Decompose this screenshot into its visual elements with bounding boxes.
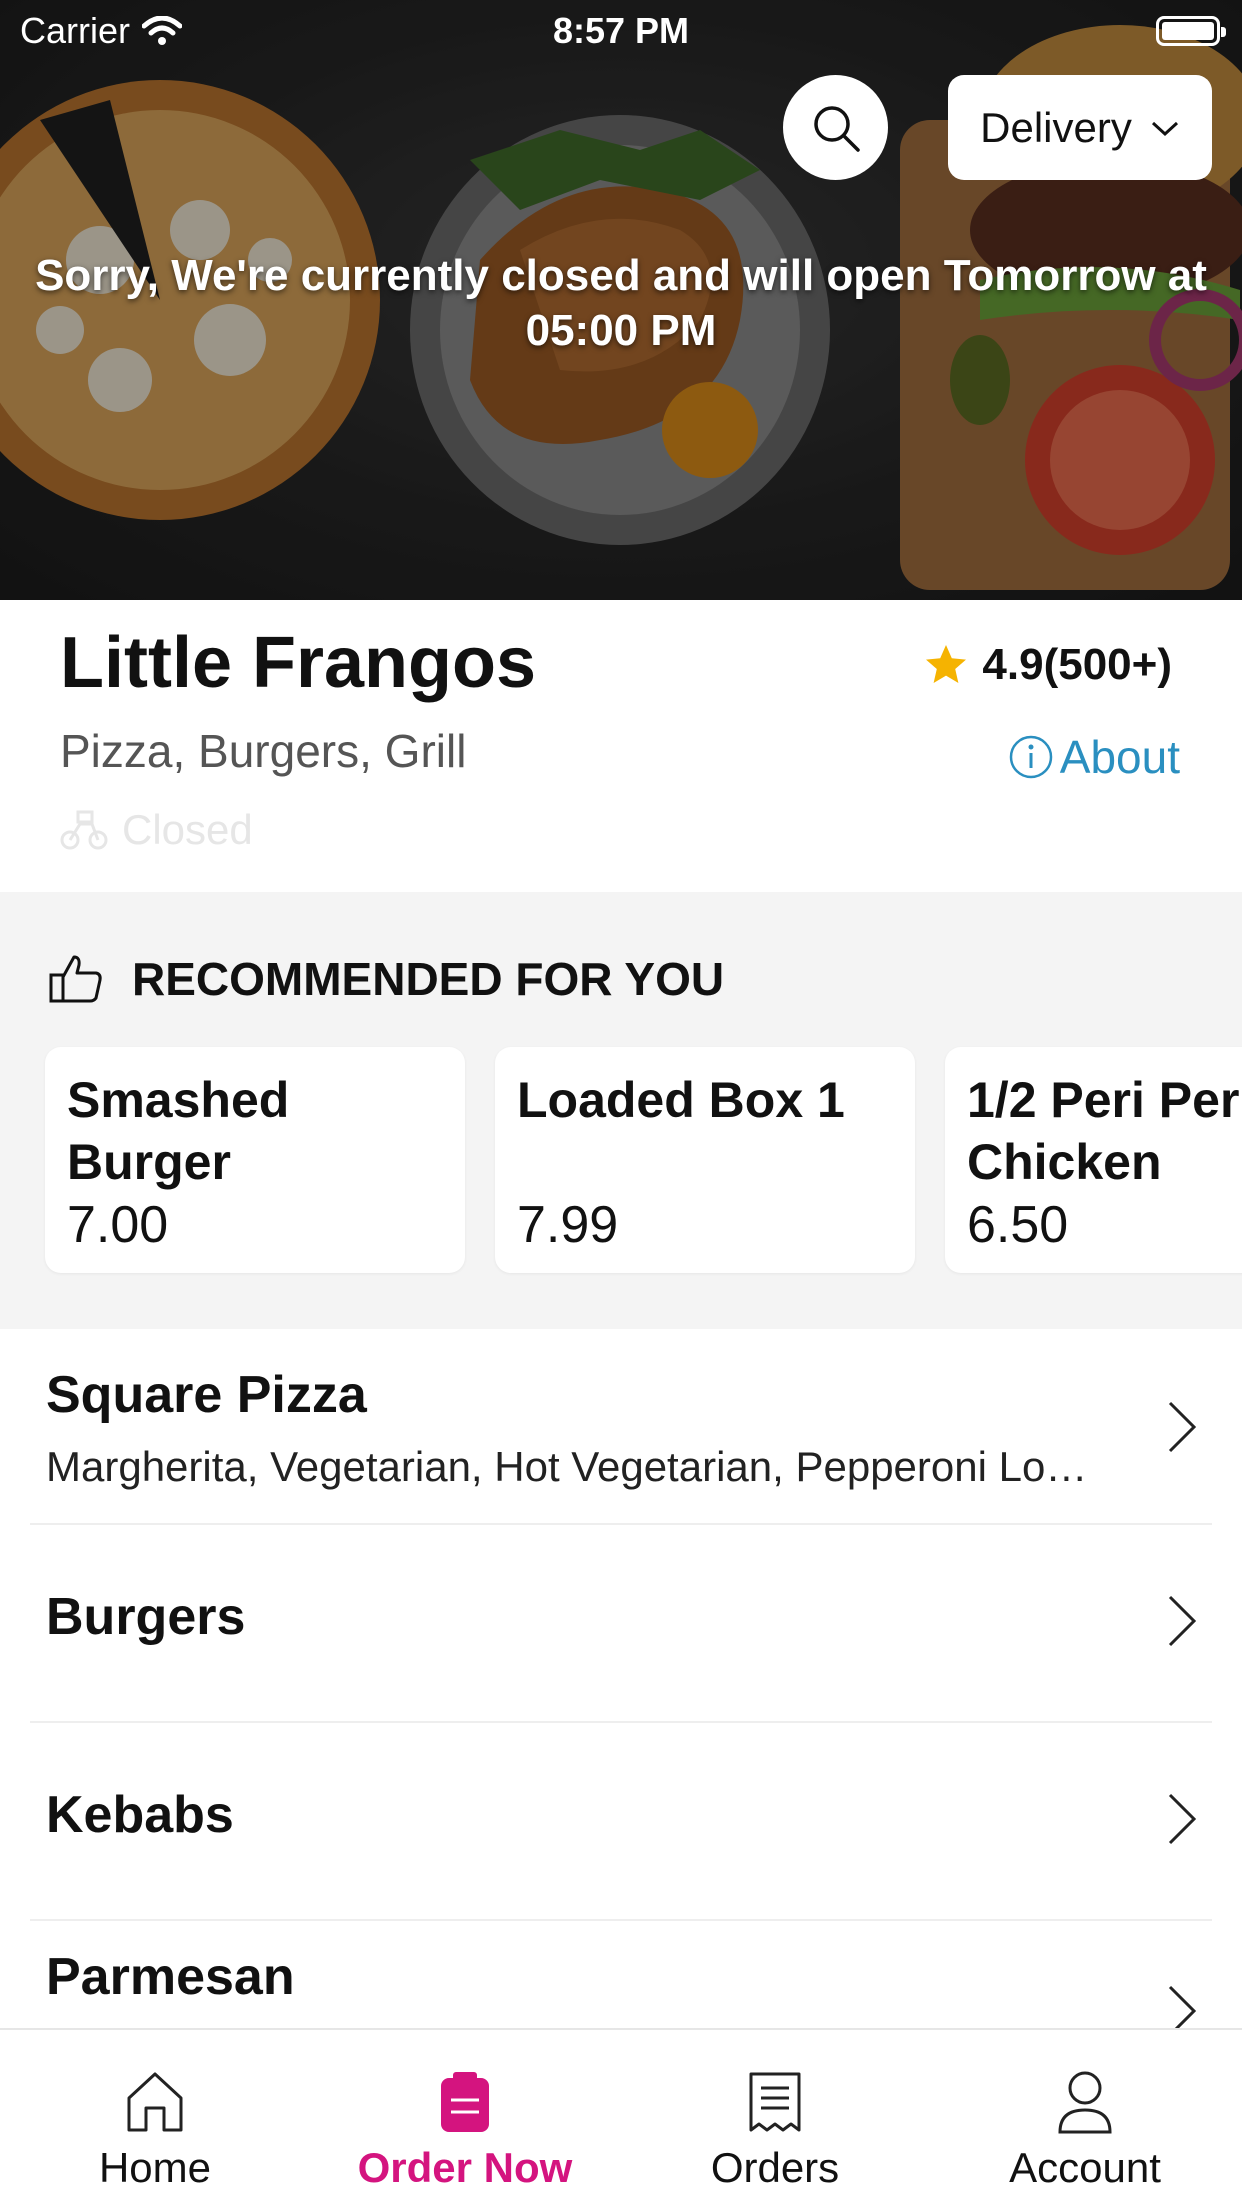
rating-value: 4.9(500+)	[982, 640, 1172, 689]
recommended-section: RECOMMENDED FOR YOU Smashed Burger 7.00 …	[0, 892, 1242, 1329]
tab-order-now[interactable]: Order Now	[310, 2030, 620, 2208]
receipt-icon	[749, 2072, 801, 2132]
tab-orders[interactable]: Orders	[620, 2030, 930, 2208]
search-button[interactable]	[783, 75, 888, 180]
home-icon	[127, 2072, 183, 2132]
restaurant-cuisine: Pizza, Burgers, Grill	[60, 725, 467, 777]
menu-category-title: Parmesan	[46, 1948, 295, 2006]
recommended-title: RECOMMENDED FOR YOU	[132, 953, 725, 1005]
status-bar: Carrier 8:57 PM	[0, 0, 1242, 62]
recommended-item-name: Loaded Box 1	[517, 1072, 845, 1128]
order-icon	[441, 2072, 489, 2132]
closed-message: Sorry, We're currently closed and will o…	[35, 251, 1207, 355]
recommended-carousel[interactable]: Smashed Burger 7.00 Loaded Box 1 7.99 1/…	[45, 1047, 1242, 1273]
star-icon	[926, 645, 967, 683]
recommended-item-name: Smashed Burger	[67, 1072, 290, 1190]
delivery-mode-label: Delivery	[980, 103, 1132, 151]
tab-home[interactable]: Home	[0, 2030, 310, 2208]
tab-account[interactable]: Account	[930, 2030, 1240, 2208]
battery-icon	[1156, 16, 1226, 46]
menu-category-title: Square Pizza	[46, 1366, 367, 1424]
search-icon	[813, 105, 860, 152]
recommended-item-price: 7.99	[517, 1196, 619, 1254]
chevron-right-icon	[1168, 1793, 1197, 1845]
restaurant-status: Closed	[60, 806, 253, 854]
tab-label: Home	[98, 2144, 212, 2191]
recommended-item-price: 7.00	[67, 1196, 169, 1254]
menu-category-title: Burgers	[46, 1588, 246, 1646]
chevron-right-icon	[1168, 1401, 1197, 1453]
recommended-header: RECOMMENDED FOR YOU	[48, 952, 724, 1006]
restaurant-rating: 4.9(500+)	[922, 640, 1172, 690]
about-link[interactable]: About	[1008, 730, 1180, 784]
recommended-card[interactable]: 1/2 Peri Peri Chicken 6.50	[945, 1047, 1242, 1273]
info-icon	[1009, 735, 1053, 779]
menu-category-burgers[interactable]: Burgers	[30, 1525, 1212, 1723]
menu-category-kebabs[interactable]: Kebabs	[30, 1723, 1212, 1921]
tab-label: Orders	[710, 2144, 840, 2191]
hero-banner: Carrier 8:57 PM Delivery Sorry, We're cu…	[0, 0, 1242, 600]
menu-category-square-pizza[interactable]: Square Pizza Margherita, Vegetarian, Hot…	[30, 1329, 1212, 1525]
clock: 8:57 PM	[552, 10, 690, 51]
bike-icon	[60, 810, 108, 850]
recommended-card[interactable]: Loaded Box 1 7.99	[495, 1047, 915, 1273]
restaurant-name: Little Frangos	[60, 623, 537, 703]
bottom-tab-bar: Home Order Now Orders Account	[0, 2028, 1242, 2208]
chevron-right-icon	[1168, 1595, 1197, 1647]
tab-label: Order Now	[357, 2144, 573, 2191]
restaurant-status-label: Closed	[122, 806, 253, 853]
restaurant-info: Little Frangos Pizza, Burgers, Grill Clo…	[0, 600, 1242, 892]
chevron-down-icon	[1151, 121, 1178, 136]
recommended-item-price: 6.50	[967, 1196, 1069, 1254]
user-icon	[1058, 2071, 1112, 2134]
delivery-mode-dropdown[interactable]: Delivery	[948, 75, 1212, 180]
recommended-item-name: 1/2 Peri Peri Chicken	[967, 1072, 1242, 1190]
tab-label: Account	[1009, 2144, 1161, 2191]
menu-category-title: Kebabs	[46, 1786, 234, 1844]
thumbs-up-icon	[49, 955, 102, 1003]
about-label: About	[1059, 731, 1180, 783]
recommended-card[interactable]: Smashed Burger 7.00	[45, 1047, 465, 1273]
menu-category-items: Margherita, Vegetarian, Hot Vegetarian, …	[46, 1443, 1088, 1490]
